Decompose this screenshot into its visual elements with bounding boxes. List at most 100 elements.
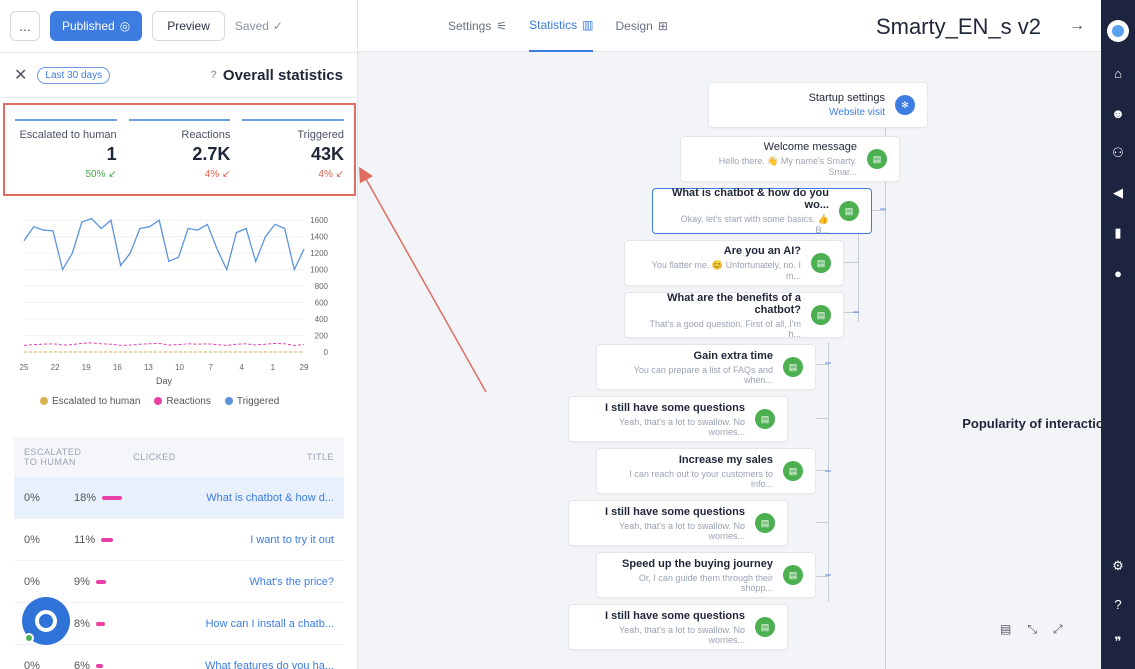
table-row[interactable]: 0% 9% What's the price? <box>14 561 344 603</box>
more-button[interactable]: ... <box>10 11 40 41</box>
published-label: Published <box>62 19 115 33</box>
x-tick-label: 25 <box>20 363 29 372</box>
kpi-delta-value: 50% <box>85 169 106 180</box>
clicked-cell: 6% <box>74 660 184 669</box>
play-icon[interactable]: ◀ <box>1109 184 1127 202</box>
table-row[interactable]: 0% 6% What features do you ha... <box>14 645 344 669</box>
comment-icon[interactable]: ▤ <box>1000 622 1011 637</box>
sliders-icon: ⚟ <box>496 19 508 33</box>
collapse-toggle[interactable]: − <box>849 306 863 320</box>
flow-node[interactable]: Increase my sales I can reach out to your… <box>596 448 816 494</box>
node-title: What is chatbot & how do you wo... <box>671 187 829 211</box>
title-cell[interactable]: I want to try it out <box>184 534 344 546</box>
chat-widget-button[interactable] <box>22 597 70 645</box>
collapse-toggle[interactable]: − <box>821 465 835 479</box>
analytics-icon[interactable]: ▮ <box>1109 224 1127 242</box>
legend-escalated[interactable]: Escalated to human <box>40 396 140 407</box>
close-icon[interactable]: ✕ <box>14 65 27 85</box>
escalated-cell: 0% <box>24 659 40 669</box>
legend-label: Triggered <box>236 396 280 407</box>
clicked-value: 9% <box>74 575 90 588</box>
bot-icon[interactable]: ☻ <box>1109 104 1127 122</box>
table-row[interactable]: 0% 18% What is chatbot & how d... <box>14 477 344 519</box>
node-title: I still have some questions <box>605 401 745 414</box>
kpi-delta: 50% ↙ <box>15 169 116 180</box>
kpi-triggered: Triggered 43K 4% ↙ <box>242 119 345 194</box>
chat-icon[interactable]: ● <box>1109 264 1127 282</box>
x-tick-label: 29 <box>300 363 309 372</box>
users-icon[interactable]: ⚇ <box>1109 144 1127 162</box>
title-cell[interactable]: What is chatbot & how d... <box>184 492 344 504</box>
collapse-toggle[interactable]: − <box>821 569 835 583</box>
flow-node-selected[interactable]: What is chatbot & how do you wo... Okay, … <box>652 187 872 235</box>
col-escalated[interactable]: ESCALATED TO HUMAN <box>14 447 91 467</box>
clicked-bar <box>102 495 123 500</box>
flow-node[interactable]: I still have some questions Yeah, that's … <box>568 500 788 546</box>
check-icon: ✓ <box>272 19 283 33</box>
escalated-cell: 0% <box>24 491 40 504</box>
tab-label: Settings <box>448 19 492 33</box>
tab-design[interactable]: Design ⊞ <box>615 0 667 52</box>
node-link[interactable]: Website visit <box>721 107 885 118</box>
flow-node[interactable]: What are the benefits of a chatbot? That'… <box>624 292 844 339</box>
node-title: Startup settings <box>808 92 885 104</box>
table-row[interactable]: 0% 11% I want to try it out <box>14 519 344 561</box>
legend-reactions[interactable]: Reactions <box>154 396 211 407</box>
tab-statistics[interactable]: Statistics ▥ <box>529 0 594 52</box>
message-icon: ▤ <box>867 149 887 169</box>
chart-legend: Escalated to human Reactions Triggered <box>40 396 279 407</box>
flow-node[interactable]: Speed up the buying journey Or, I can gui… <box>596 552 816 598</box>
published-button[interactable]: Published ◎ <box>50 11 143 41</box>
title-cell[interactable]: How can I install a chatb... <box>184 618 344 630</box>
x-axis-label: Day <box>156 376 173 386</box>
message-icon: ▤ <box>811 305 831 325</box>
tab-label: Design <box>615 19 653 33</box>
series-line-triggered <box>23 217 305 272</box>
expand-icon[interactable]: ⤢ <box>1053 622 1063 637</box>
home-icon[interactable]: ⌂ <box>1109 64 1127 82</box>
node-text: I still have some questions Yeah, that's … <box>581 402 745 437</box>
collapse-toggle[interactable]: − <box>876 203 890 217</box>
zoom-controls: ▤ ⤡ ⤢ <box>1000 622 1063 637</box>
help-icon[interactable]: ? <box>210 69 217 81</box>
flow-node[interactable]: Welcome message Hello there. 👋 My name's … <box>680 136 900 182</box>
back-arrow-icon[interactable]: → <box>1069 17 1085 35</box>
title-cell[interactable]: What's the price? <box>184 576 344 588</box>
clicked-cell: 8% <box>74 618 184 630</box>
kpi-reactions: Reactions 2.7K 4% ↙ <box>128 119 231 194</box>
x-tick-label: 19 <box>82 363 91 372</box>
help-circle-icon[interactable]: ? <box>1109 595 1127 613</box>
series-line-reactions <box>23 342 305 346</box>
tab-settings[interactable]: Settings ⚟ <box>448 0 507 52</box>
flow-node-startup[interactable]: Startup settings Website visit ✻ <box>708 82 928 128</box>
table-header: ESCALATED TO HUMAN CLICKED TITLE <box>14 437 344 477</box>
node-text: Speed up the buying journey Or, I can gui… <box>609 558 773 593</box>
node-title: I still have some questions <box>605 505 745 518</box>
message-icon: ▤ <box>783 357 803 377</box>
flow-node[interactable]: I still have some questions Yeah, that's … <box>568 604 788 650</box>
legend-triggered[interactable]: Triggered <box>224 396 280 407</box>
saved-status: Saved ✓ <box>235 19 283 33</box>
date-range-pill[interactable]: Last 30 days <box>37 66 111 84</box>
y-tick-label: 1600 <box>310 216 328 225</box>
quote-icon[interactable]: ❞ <box>1109 633 1127 651</box>
logo-icon[interactable] <box>1107 20 1129 42</box>
flow-node[interactable]: I still have some questions Yeah, that's … <box>568 396 788 442</box>
clicked-bar <box>101 537 114 542</box>
title-cell[interactable]: What features do you ha... <box>184 660 344 669</box>
node-subtitle: You flatter me. 😊 Unfortunately, no. I m… <box>651 260 801 281</box>
collapse-icon[interactable]: ⤡ <box>1027 622 1037 637</box>
preview-button[interactable]: Preview <box>152 11 225 41</box>
collapse-toggle[interactable]: − <box>821 357 835 371</box>
app-title: Smarty_EN_s v2 <box>875 14 1041 39</box>
kpi-value: 43K <box>310 144 345 164</box>
col-title[interactable]: TITLE <box>218 452 344 462</box>
gear-icon[interactable]: ⚙ <box>1109 557 1127 575</box>
y-tick-label: 400 <box>315 315 329 324</box>
flow-node[interactable]: Gain extra time You can prepare a list of… <box>596 344 816 390</box>
node-subtitle: Okay, let's start with some basics. 👍 B.… <box>680 214 829 235</box>
node-subtitle: I can reach out to your customers to inf… <box>629 468 773 489</box>
flow-canvas[interactable]: − − − − − Startup settings Website visit… <box>358 52 1101 669</box>
col-clicked[interactable]: CLICKED <box>91 452 217 462</box>
flow-node[interactable]: Are you an AI? You flatter me. 😊 Unfortun… <box>624 240 844 286</box>
